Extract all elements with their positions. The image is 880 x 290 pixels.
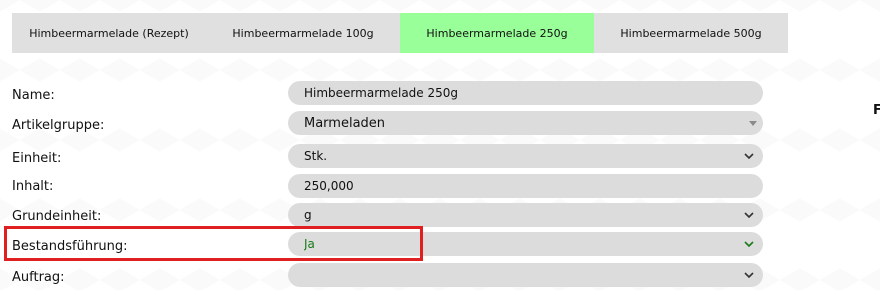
chevron-down-icon (739, 203, 759, 227)
caret-down-icon (749, 120, 757, 126)
name-input[interactable]: Himbeermarmelade 250g (288, 81, 763, 105)
einheit-select[interactable]: Stk. (288, 144, 763, 168)
tab-bar: Himbeermarmelade (Rezept) Himbeermarmela… (12, 13, 788, 53)
name-value: Himbeermarmelade 250g (304, 86, 459, 100)
grundeinheit-label: Grundeinheit: (12, 209, 102, 224)
bestandsfuehrung-label: Bestandsführung: (12, 239, 128, 254)
einheit-value: Stk. (304, 149, 328, 163)
grundeinheit-value: g (304, 208, 312, 222)
tab-himbeermarmelade-100g[interactable]: Himbeermarmelade 100g (206, 13, 400, 53)
tab-himbeermarmelade-500g[interactable]: Himbeermarmelade 500g (594, 13, 788, 53)
inhalt-value: 250,000 (304, 179, 354, 193)
artikelgruppe-label: Artikelgruppe: (12, 118, 105, 133)
inhalt-label: Inhalt: (12, 179, 54, 194)
grundeinheit-select[interactable]: g (288, 203, 763, 227)
tab-himbeermarmelade-250g[interactable]: Himbeermarmelade 250g (400, 13, 594, 53)
cut-off-edge-text: F (873, 103, 880, 118)
inhalt-input[interactable]: 250,000 (288, 174, 763, 198)
artikelgruppe-value: Marmeladen (304, 115, 386, 131)
einheit-label: Einheit: (12, 151, 62, 166)
tab-himbeermarmelade-rezept[interactable]: Himbeermarmelade (Rezept) (12, 13, 206, 53)
artikelgruppe-select[interactable]: Marmeladen (288, 111, 763, 135)
auftrag-label: Auftrag: (12, 270, 65, 285)
bestandsfuehrung-value: Ja (304, 237, 315, 251)
chevron-down-icon (739, 232, 759, 256)
name-label: Name: (12, 88, 55, 103)
auftrag-select[interactable] (288, 263, 763, 287)
bestandsfuehrung-select[interactable]: Ja (288, 232, 763, 256)
chevron-down-icon (739, 263, 759, 287)
chevron-down-icon (739, 144, 759, 168)
